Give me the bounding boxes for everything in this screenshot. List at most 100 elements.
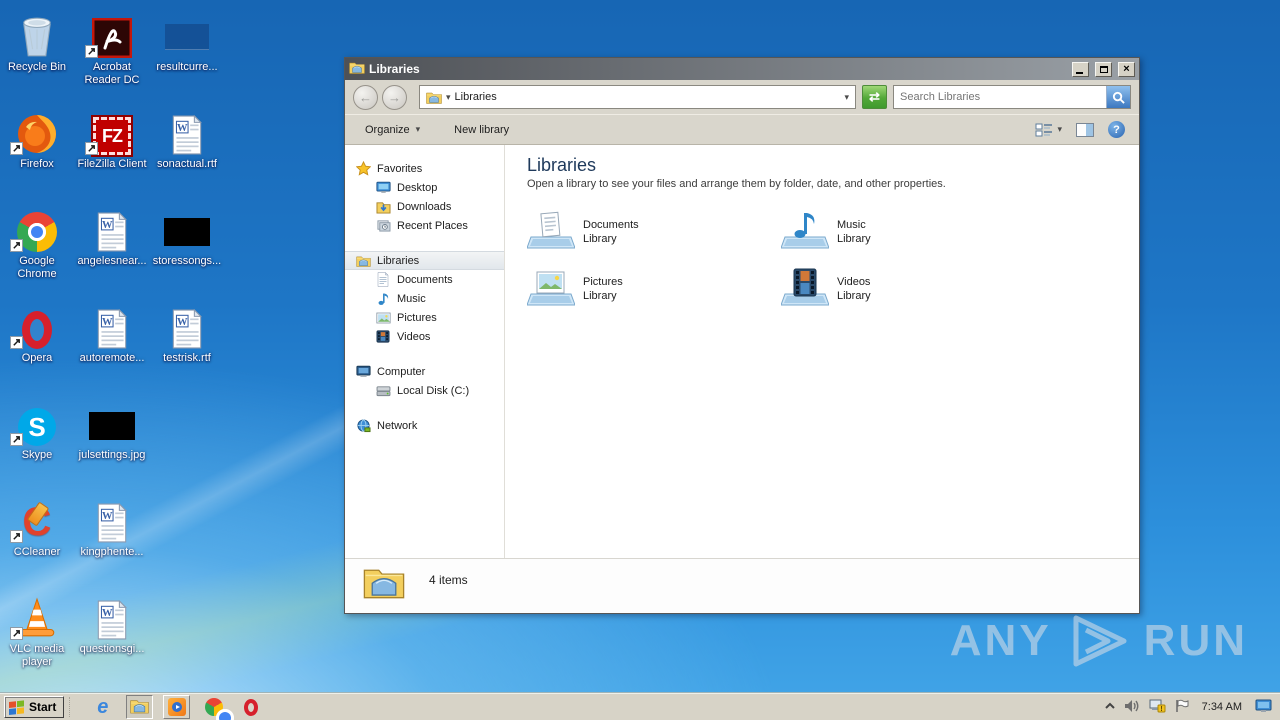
desktop-icon-label: Firefox xyxy=(20,158,54,170)
chevron-down-icon: ▾ xyxy=(1057,124,1062,134)
command-toolbar: Organize ▾ New library ▾ ? xyxy=(345,114,1139,145)
back-button[interactable]: ← xyxy=(353,84,378,110)
desktop-icon-resultcurre[interactable]: resultcurre... xyxy=(150,8,224,74)
svg-text:W: W xyxy=(177,123,188,134)
search-icon[interactable] xyxy=(1106,86,1130,108)
word-doc-icon: W xyxy=(150,299,224,349)
hidden-icons-chevron-icon[interactable] xyxy=(1104,700,1115,715)
start-button[interactable]: Start xyxy=(4,696,65,718)
nav-item-downloads[interactable]: Downloads xyxy=(345,197,504,216)
shortcut-arrow-icon xyxy=(10,433,23,446)
page-title: Libraries xyxy=(527,155,597,175)
desktop-icon-sonactual-rtf[interactable]: W sonactual.rtf xyxy=(150,105,224,171)
desktop-icon-testrisk-rtf[interactable]: W testrisk.rtf xyxy=(150,299,224,365)
desktop-icon-vlc-media-player[interactable]: VLC media player xyxy=(0,590,74,669)
chevron-down-icon[interactable]: ▾ xyxy=(446,92,451,103)
action-center-flag-icon[interactable] xyxy=(1175,699,1189,716)
desktop-icon-opera[interactable]: Opera xyxy=(0,299,74,365)
lib-documents-icon xyxy=(527,208,575,252)
windows-explorer-icon[interactable] xyxy=(126,695,154,719)
item-count: 4 items xyxy=(429,573,468,587)
svg-text:W: W xyxy=(102,317,113,328)
search-input[interactable] xyxy=(894,91,1106,103)
nav-item-computer[interactable]: Computer xyxy=(345,362,504,381)
nav-item-label: Network xyxy=(377,419,418,432)
forward-button[interactable]: → xyxy=(382,84,407,110)
nav-item-recent-places[interactable]: Recent Places xyxy=(345,216,504,235)
organize-button[interactable]: Organize ▾ xyxy=(359,121,426,139)
new-library-button[interactable]: New library xyxy=(448,121,515,139)
desktop-icon-kingphente[interactable]: W kingphente... xyxy=(75,493,149,559)
minimize-button[interactable] xyxy=(1072,61,1089,77)
desktop-icon-firefox[interactable]: Firefox xyxy=(0,105,74,171)
system-tray: ! 7:34 AM xyxy=(1104,699,1276,716)
nav-item-desktop[interactable]: Desktop xyxy=(345,178,504,197)
libraries-icon xyxy=(355,253,371,269)
nav-item-label: Music xyxy=(397,292,426,305)
nav-item-label: Computer xyxy=(377,365,426,378)
nav-item-libraries[interactable]: Libraries xyxy=(345,251,504,270)
desktop-icon xyxy=(375,180,391,196)
desktop-icon-questionsgi[interactable]: W questionsgi... xyxy=(75,590,149,656)
desktop-icon-acrobat-reader-dc[interactable]: Acrobat Reader DC xyxy=(75,8,149,87)
volume-icon[interactable] xyxy=(1124,699,1140,716)
ccleaner-icon: C xyxy=(0,493,74,543)
library-item-pictures[interactable]: Pictures Library xyxy=(527,265,781,322)
lib-pictures-icon xyxy=(527,265,575,309)
network-warning-icon[interactable]: ! xyxy=(1149,699,1166,716)
nav-item-label: Libraries xyxy=(377,254,420,267)
library-item-label: Videos Library xyxy=(837,276,871,302)
libraries-folder-icon xyxy=(426,89,442,105)
refresh-button[interactable]: ⇄ xyxy=(862,85,887,109)
address-bar[interactable]: ▾ Libraries ▾ xyxy=(419,85,856,109)
nav-item-network[interactable]: Network xyxy=(345,416,504,435)
desktop-icon-julsettings-jpg[interactable]: julsettings.jpg xyxy=(75,396,149,462)
page-subtitle: Open a library to see your files and arr… xyxy=(527,178,946,190)
nav-item-documents[interactable]: Documents xyxy=(345,270,504,289)
desktop-icon-label: testrisk.rtf xyxy=(163,352,211,364)
music-icon xyxy=(375,291,391,307)
desktop-icon-label: julsettings.jpg xyxy=(78,449,146,461)
desktop-icon-angelesnear[interactable]: W angelesnear... xyxy=(75,202,149,268)
desktop-monitor-icon[interactable] xyxy=(1255,699,1272,716)
nav-item-label: Recent Places xyxy=(397,219,468,232)
address-bar-row: ← → ▾ Libraries ▾ ⇄ xyxy=(345,80,1139,114)
desktop-icon-skype[interactable]: S Skype xyxy=(0,396,74,462)
nav-item-local-disk-c[interactable]: Local Disk (C:) xyxy=(345,381,504,400)
chrome-icon[interactable] xyxy=(200,695,234,720)
address-dropdown-icon[interactable]: ▾ xyxy=(844,92,849,103)
desktop-icon-filezilla-client[interactable]: FZ FileZilla Client xyxy=(75,105,149,171)
close-button[interactable]: × xyxy=(1118,61,1135,77)
shortcut-arrow-icon xyxy=(10,336,23,349)
desktop-icon-label: angelesnear... xyxy=(77,255,147,267)
word-doc-icon: W xyxy=(75,202,149,252)
windows-media-player-icon[interactable] xyxy=(163,695,191,719)
chrome-icon xyxy=(0,202,74,252)
desktop-icon-storessongs[interactable]: storessongs... xyxy=(150,202,224,268)
desktop-icon-label: Skype xyxy=(21,449,53,461)
desktop-icon-google-chrome[interactable]: Google Chrome xyxy=(0,202,74,281)
desktop-icon-label: storessongs... xyxy=(152,255,222,267)
nav-item-favorites[interactable]: Favorites xyxy=(345,159,504,178)
filezilla-icon: FZ xyxy=(75,105,149,157)
disk-icon xyxy=(375,383,391,399)
clock[interactable]: 7:34 AM xyxy=(1202,701,1242,713)
views-button[interactable]: ▾ xyxy=(1035,122,1062,138)
nav-item-music[interactable]: Music xyxy=(345,289,504,308)
search-box[interactable] xyxy=(893,85,1131,109)
opera-icon[interactable] xyxy=(237,695,264,719)
internet-explorer-icon[interactable]: e xyxy=(89,695,116,719)
nav-item-videos[interactable]: Videos xyxy=(345,327,504,346)
maximize-button[interactable] xyxy=(1095,61,1112,77)
desktop-icon-autoremote[interactable]: W autoremote... xyxy=(75,299,149,365)
nav-item-pictures[interactable]: Pictures xyxy=(345,308,504,327)
status-bar: 4 items xyxy=(345,558,1139,613)
library-item-music[interactable]: Music Library xyxy=(781,208,1035,265)
help-icon[interactable]: ? xyxy=(1108,121,1125,138)
desktop-icon-ccleaner[interactable]: C CCleaner xyxy=(0,493,74,559)
library-item-documents[interactable]: Documents Library xyxy=(527,208,781,265)
desktop-icon-recycle-bin[interactable]: Recycle Bin xyxy=(0,8,74,74)
preview-pane-button[interactable] xyxy=(1076,122,1094,137)
library-item-videos[interactable]: Videos Library xyxy=(781,265,1035,322)
window-titlebar[interactable]: Libraries × xyxy=(345,58,1139,80)
